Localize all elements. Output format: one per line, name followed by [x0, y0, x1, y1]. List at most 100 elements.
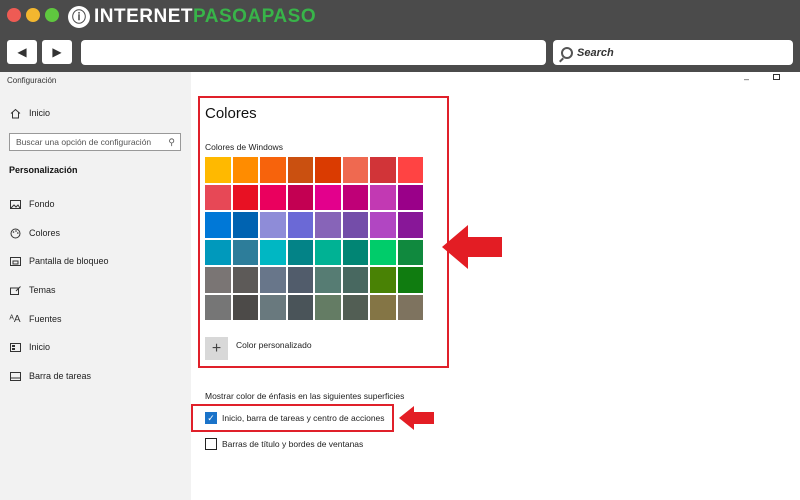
color-swatch[interactable]	[370, 157, 396, 183]
color-swatch[interactable]	[370, 212, 396, 238]
color-swatch[interactable]	[205, 212, 231, 238]
color-swatch[interactable]	[315, 294, 341, 320]
maximize-button[interactable]	[773, 74, 780, 80]
settings-sidebar: Configuración Inicio Buscar una opción d…	[0, 72, 191, 500]
color-swatch[interactable]	[397, 267, 423, 293]
color-swatch[interactable]	[397, 184, 423, 210]
picture-icon	[9, 198, 21, 210]
app-title: Configuración	[7, 76, 57, 85]
color-swatch[interactable]	[232, 239, 258, 265]
color-swatch[interactable]	[342, 294, 368, 320]
start-taskbar-checkbox[interactable]: ✓	[205, 412, 217, 424]
color-swatch[interactable]	[232, 267, 258, 293]
taskbar-icon	[9, 370, 21, 382]
page-title: Colores	[205, 105, 257, 122]
color-swatch[interactable]	[315, 157, 341, 183]
color-swatch[interactable]	[260, 294, 286, 320]
color-swatch[interactable]	[232, 294, 258, 320]
minimize-button[interactable]: –	[744, 74, 749, 84]
color-swatch[interactable]	[342, 212, 368, 238]
sidebar-item-temas[interactable]: Temas	[9, 281, 56, 299]
sidebar-item-barra-de-tareas[interactable]: Barra de tareas	[9, 367, 91, 385]
sidebar-item-fondo[interactable]: Fondo	[9, 195, 55, 213]
zoom-window-button[interactable]	[45, 8, 59, 22]
search-placeholder: Search	[577, 46, 614, 59]
sidebar-item-label: Colores	[29, 228, 61, 238]
color-swatch[interactable]	[232, 184, 258, 210]
custom-color-button[interactable]: +	[205, 337, 228, 360]
color-swatch[interactable]	[315, 239, 341, 265]
color-swatch[interactable]	[260, 267, 286, 293]
sidebar-item-label: Pantalla de bloqueo	[29, 256, 109, 266]
sidebar-item-label: Fuentes	[29, 314, 62, 324]
logo-text-internet: INTERNET	[94, 6, 193, 27]
sidebar-item-inicio[interactable]: Inicio	[9, 338, 50, 356]
start-taskbar-checkbox-label[interactable]: Inicio, barra de tareas y centro de acci…	[222, 413, 385, 423]
color-swatch[interactable]	[287, 184, 313, 210]
color-swatch[interactable]	[205, 267, 231, 293]
color-swatch[interactable]	[342, 267, 368, 293]
font-icon: ᴬA	[9, 313, 21, 325]
checkmark-icon: ✓	[207, 412, 215, 423]
color-swatch[interactable]	[205, 184, 231, 210]
start-icon	[9, 341, 21, 353]
section-header: Personalización	[9, 165, 78, 175]
color-swatch[interactable]	[397, 157, 423, 183]
search-icon	[561, 46, 573, 59]
color-swatch[interactable]	[397, 212, 423, 238]
close-window-button[interactable]	[7, 8, 21, 22]
color-swatch[interactable]	[315, 184, 341, 210]
color-swatch[interactable]	[260, 239, 286, 265]
color-swatch[interactable]	[370, 294, 396, 320]
color-swatch[interactable]	[287, 294, 313, 320]
sidebar-item-colores[interactable]: Colores	[9, 224, 60, 242]
color-swatch[interactable]	[232, 157, 258, 183]
color-swatch[interactable]	[232, 212, 258, 238]
color-swatch[interactable]	[342, 184, 368, 210]
sidebar-item-label: Inicio	[29, 342, 51, 352]
minimize-window-button[interactable]	[26, 8, 40, 22]
color-swatch-grid	[205, 157, 425, 320]
sidebar-item-label: Inicio	[29, 108, 51, 118]
color-swatch[interactable]	[370, 267, 396, 293]
color-swatch[interactable]	[287, 157, 313, 183]
color-swatch[interactable]	[287, 239, 313, 265]
sidebar-item-home[interactable]: Inicio	[9, 104, 50, 122]
sidebar-item-label: Fondo	[29, 199, 55, 209]
color-swatch[interactable]	[342, 157, 368, 183]
color-swatch[interactable]	[260, 184, 286, 210]
color-swatch[interactable]	[287, 212, 313, 238]
settings-search-input[interactable]: Buscar una opción de configuración ⚲	[9, 133, 181, 151]
color-swatch[interactable]	[260, 157, 286, 183]
title-bars-checkbox[interactable]	[205, 438, 217, 450]
color-swatch[interactable]	[315, 267, 341, 293]
right-arrow-icon: ▶	[52, 45, 62, 59]
logo-icon: ⓘ	[68, 6, 90, 28]
left-arrow-icon: ◀	[17, 45, 27, 59]
search-icon: ⚲	[168, 137, 175, 147]
site-logo: ⓘ INTERNET PASOAPASO	[68, 5, 316, 29]
palette-icon	[9, 227, 21, 239]
color-swatch[interactable]	[370, 184, 396, 210]
browser-search-input[interactable]: Search	[553, 40, 793, 65]
forward-button[interactable]: ▶	[42, 40, 72, 64]
color-swatch[interactable]	[205, 294, 231, 320]
brush-icon	[9, 284, 21, 296]
color-swatch[interactable]	[397, 294, 423, 320]
color-swatch[interactable]	[397, 239, 423, 265]
sidebar-item-fuentes[interactable]: ᴬA Fuentes	[9, 310, 62, 328]
color-swatch[interactable]	[287, 267, 313, 293]
title-bars-checkbox-label[interactable]: Barras de título y bordes de ventanas	[222, 439, 363, 449]
back-button[interactable]: ◀	[7, 40, 37, 64]
color-swatch[interactable]	[315, 212, 341, 238]
address-bar[interactable]	[81, 40, 546, 65]
sidebar-item-pantalla-de-bloqueo[interactable]: Pantalla de bloqueo	[9, 252, 109, 270]
color-swatch[interactable]	[370, 239, 396, 265]
color-swatch[interactable]	[205, 157, 231, 183]
color-swatch[interactable]	[260, 212, 286, 238]
color-swatch[interactable]	[342, 239, 368, 265]
sidebar-item-label: Barra de tareas	[29, 371, 92, 381]
sidebar-item-label: Temas	[29, 285, 56, 295]
color-swatch[interactable]	[205, 239, 231, 265]
custom-color-label[interactable]: Color personalizado	[236, 340, 312, 350]
